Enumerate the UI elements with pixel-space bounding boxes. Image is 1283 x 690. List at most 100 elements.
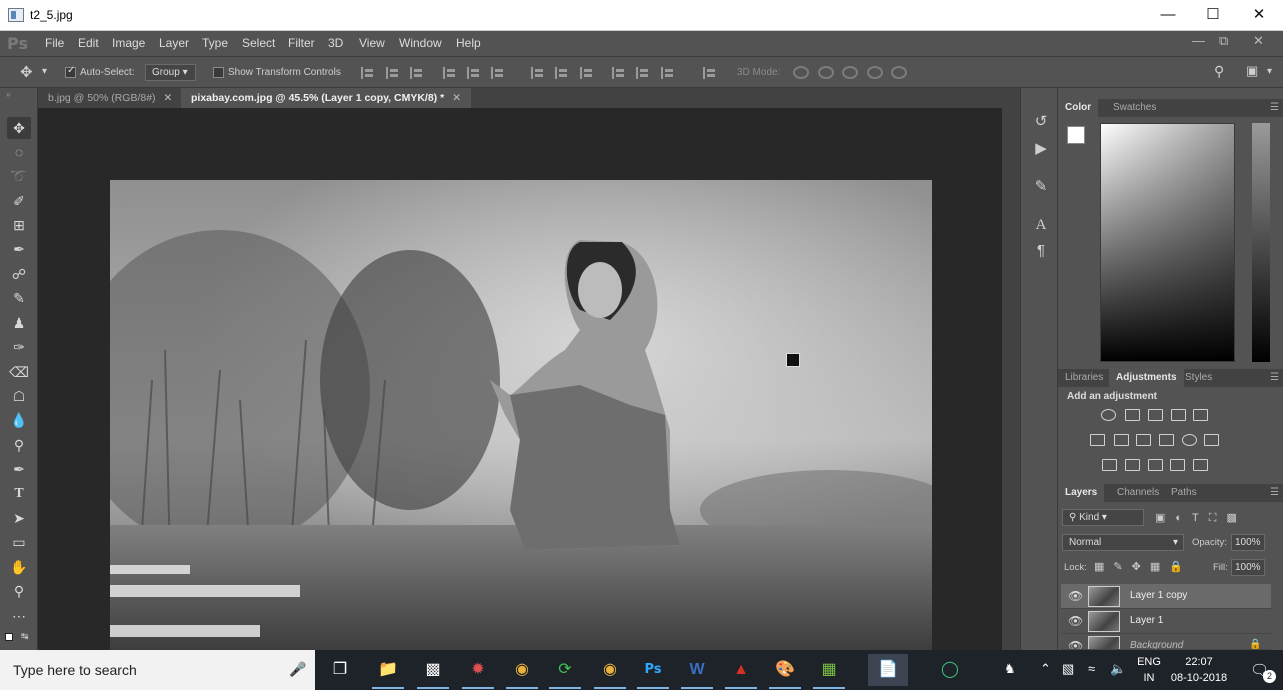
healing-brush-tool-icon[interactable]: ☍: [7, 263, 31, 285]
wifi-icon[interactable]: ≈: [1088, 661, 1095, 676]
chart-app-icon[interactable]: ▦: [809, 654, 849, 689]
tab-b-jpg[interactable]: b.jpg @ 50% (RGB/8#) ✕: [38, 88, 183, 108]
menu-type[interactable]: Type: [202, 36, 228, 50]
channel-mixer-icon[interactable]: [1182, 434, 1197, 446]
battery-icon[interactable]: ▧: [1062, 661, 1074, 677]
swap-colors-icon[interactable]: ↹: [21, 631, 29, 642]
selective-color-icon[interactable]: [1170, 459, 1185, 471]
spider-app-icon[interactable]: ✹: [458, 654, 498, 689]
color-lookup-icon[interactable]: [1204, 434, 1219, 446]
microphone-icon[interactable]: 🎤: [289, 661, 306, 678]
distribute-right-icon[interactable]: [661, 67, 674, 79]
maximize-button[interactable]: ☐: [1190, 4, 1236, 26]
distribute-bottom-icon[interactable]: [580, 67, 593, 79]
monitor-app-icon[interactable]: ◯: [930, 654, 970, 686]
marquee-tool-icon[interactable]: ◌: [7, 141, 31, 163]
layer-filter-dropdown[interactable]: ⚲ Kind ▾: [1062, 509, 1144, 526]
acrobat-icon[interactable]: ▲: [721, 654, 761, 689]
crop-tool-icon[interactable]: ⊞: [7, 214, 31, 236]
distribute-left-icon[interactable]: [612, 67, 625, 79]
gradient-map-icon[interactable]: [1193, 459, 1208, 471]
menu-image[interactable]: Image: [112, 36, 145, 50]
paint-bucket-tool-icon[interactable]: ☖: [7, 385, 31, 407]
move-tool-preset-icon[interactable]: ✥: [20, 63, 33, 81]
levels-icon[interactable]: [1125, 409, 1140, 421]
menu-window[interactable]: Window: [399, 36, 442, 50]
chevron-down-icon[interactable]: ▾: [1267, 66, 1272, 77]
auto-select-checkbox[interactable]: [65, 65, 76, 78]
tab-close-icon[interactable]: ✕: [452, 92, 461, 104]
clock[interactable]: 22:07 08-10-2018: [1168, 654, 1230, 686]
menu-filter[interactable]: Filter: [288, 36, 315, 50]
hue-saturation-icon[interactable]: [1090, 434, 1105, 446]
distribute-vcenter-icon[interactable]: [555, 67, 568, 79]
posterize-icon[interactable]: [1125, 459, 1140, 471]
pen-tool-icon[interactable]: ✒: [7, 458, 31, 480]
chrome-icon[interactable]: ◉: [502, 654, 542, 689]
color-balance-icon[interactable]: [1114, 434, 1129, 446]
black-white-icon[interactable]: [1136, 434, 1151, 446]
command-prompt-icon[interactable]: ▩: [413, 654, 453, 689]
clone-stamp-tool-icon[interactable]: ♟: [7, 312, 31, 334]
align-vcenter-icon[interactable]: [386, 67, 399, 79]
layer-filter-icons[interactable]: ▣◐T⛶▩: [1155, 511, 1247, 525]
search-icon[interactable]: ⚲: [1214, 63, 1224, 80]
visibility-eye-icon[interactable]: 👁: [1068, 589, 1083, 603]
visibility-eye-icon[interactable]: 👁: [1068, 639, 1083, 649]
color-field[interactable]: [1100, 123, 1235, 362]
task-view-icon[interactable]: ❐: [320, 654, 360, 686]
zoom-tool-icon[interactable]: ⚲: [7, 580, 31, 602]
show-transform-checkbox[interactable]: [213, 67, 224, 78]
quick-select-tool-icon[interactable]: ✐: [7, 190, 31, 212]
eraser-tool-icon[interactable]: ⌫: [7, 361, 31, 383]
layer-row[interactable]: 👁 Background 🔒: [1061, 634, 1271, 650]
chevron-down-icon[interactable]: ▾: [42, 66, 47, 77]
doc-restore-icon[interactable]: ⧉: [1219, 33, 1228, 49]
tab-swatches[interactable]: Swatches: [1106, 99, 1163, 117]
sync-app-icon[interactable]: ⟳: [545, 654, 585, 689]
move-tool-icon[interactable]: ✥: [7, 117, 31, 139]
menu-3d[interactable]: 3D: [328, 36, 343, 50]
workspace-icon[interactable]: ▣: [1246, 63, 1258, 79]
character-panel-icon[interactable]: A: [1031, 215, 1051, 235]
path-select-tool-icon[interactable]: ➤: [7, 507, 31, 529]
blend-mode-dropdown[interactable]: Normal ▾: [1062, 534, 1184, 551]
brush-tool-icon[interactable]: ✎: [7, 287, 31, 309]
tab-paths[interactable]: Paths: [1164, 484, 1204, 502]
3d-slide-icon[interactable]: [867, 66, 883, 79]
auto-select-dropdown[interactable]: Group ▾: [145, 64, 196, 81]
chevron-up-icon[interactable]: ⌃: [1040, 661, 1051, 677]
paragraph-panel-icon[interactable]: ¶: [1031, 241, 1051, 261]
curves-icon[interactable]: [1148, 409, 1163, 421]
tab-adjustments[interactable]: Adjustments: [1109, 369, 1184, 387]
hand-tool-icon[interactable]: ✋: [7, 556, 31, 578]
blur-tool-icon[interactable]: 💧: [7, 409, 31, 431]
vibrance-icon[interactable]: [1193, 409, 1208, 421]
dodge-tool-icon[interactable]: ⚲: [7, 434, 31, 456]
doc-close-icon[interactable]: ✕: [1253, 33, 1264, 49]
tab-layers[interactable]: Layers: [1058, 484, 1105, 502]
3d-roll-icon[interactable]: [818, 66, 834, 79]
distribute-top-icon[interactable]: [531, 67, 544, 79]
auto-align-icon[interactable]: [703, 67, 716, 79]
tab-pixabay-jpg[interactable]: pixabay.com.jpg @ 45.5% (Layer 1 copy, C…: [181, 88, 471, 108]
paint-icon[interactable]: 🎨: [765, 654, 805, 689]
invert-icon[interactable]: [1102, 459, 1117, 471]
tab-color[interactable]: Color: [1058, 99, 1099, 117]
panel-menu-icon[interactable]: ☰: [1270, 102, 1279, 113]
photoshop-icon[interactable]: Ps: [633, 654, 673, 689]
tab-libraries[interactable]: Libraries: [1058, 369, 1110, 387]
word-icon[interactable]: W: [677, 654, 717, 689]
foreground-color-swatch[interactable]: [1067, 126, 1085, 144]
menu-view[interactable]: View: [359, 36, 385, 50]
exposure-icon[interactable]: [1171, 409, 1186, 421]
align-right-icon[interactable]: [491, 67, 504, 79]
panel-menu-icon[interactable]: ☰: [1270, 372, 1279, 383]
file-explorer-icon[interactable]: 📁: [368, 654, 408, 689]
align-bottom-icon[interactable]: [410, 67, 423, 79]
tab-styles[interactable]: Styles: [1178, 369, 1219, 387]
distribute-hcenter-icon[interactable]: [636, 67, 649, 79]
tab-channels[interactable]: Channels: [1110, 484, 1166, 502]
brightness-contrast-icon[interactable]: [1101, 409, 1116, 421]
more-tools-icon[interactable]: ⋯: [7, 605, 31, 627]
